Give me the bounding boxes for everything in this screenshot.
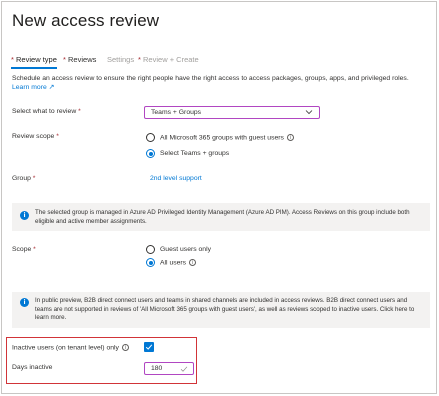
radio-button[interactable]	[146, 133, 155, 142]
b2b-info-bar: i In public preview, B2B direct connect …	[12, 292, 430, 328]
tab-review-create[interactable]: * Review + Create	[138, 55, 199, 64]
more-options-icon[interactable]: ···	[123, 11, 138, 25]
select-what-to-review-dropdown[interactable]: Teams + Groups	[144, 106, 320, 119]
info-icon[interactable]: i	[189, 258, 197, 266]
radio-button[interactable]	[146, 245, 155, 254]
pim-info-bar: i The selected group is managed in Azure…	[12, 203, 430, 231]
radio-button-selected[interactable]	[146, 149, 155, 158]
access-review-panel: New access review ··· * Review type * Re…	[1, 1, 437, 394]
info-icon: i	[20, 298, 29, 307]
info-icon: i	[20, 211, 29, 220]
info-icon[interactable]: i	[121, 344, 129, 351]
inactive-users-checkbox[interactable]	[144, 342, 154, 352]
scope-label: Scope *	[12, 246, 36, 253]
checkmark-icon	[145, 344, 153, 350]
days-inactive-label: Days inactive	[12, 364, 53, 371]
tab-review-type[interactable]: * Review type	[11, 55, 57, 69]
valid-checkmark-icon	[180, 366, 188, 372]
days-inactive-input[interactable]: 180	[144, 362, 194, 375]
select-what-to-review-label: Select what to review *	[12, 108, 81, 115]
group-label: Group *	[12, 175, 36, 182]
page-description: Schedule an access review to ensure the …	[12, 75, 409, 91]
tab-settings[interactable]: Settings	[107, 55, 134, 64]
selected-group-link[interactable]: 2nd level support	[150, 175, 202, 182]
learn-more-link[interactable]: Learn more ↗	[12, 84, 54, 91]
chevron-down-icon	[305, 110, 313, 115]
inactive-users-label: Inactive users (on tenant level) only i	[12, 344, 129, 351]
review-scope-label: Review scope *	[12, 133, 59, 140]
radio-button-selected[interactable]	[146, 258, 155, 267]
tab-reviews[interactable]: * Reviews	[63, 55, 96, 64]
info-icon[interactable]: i	[286, 133, 294, 141]
